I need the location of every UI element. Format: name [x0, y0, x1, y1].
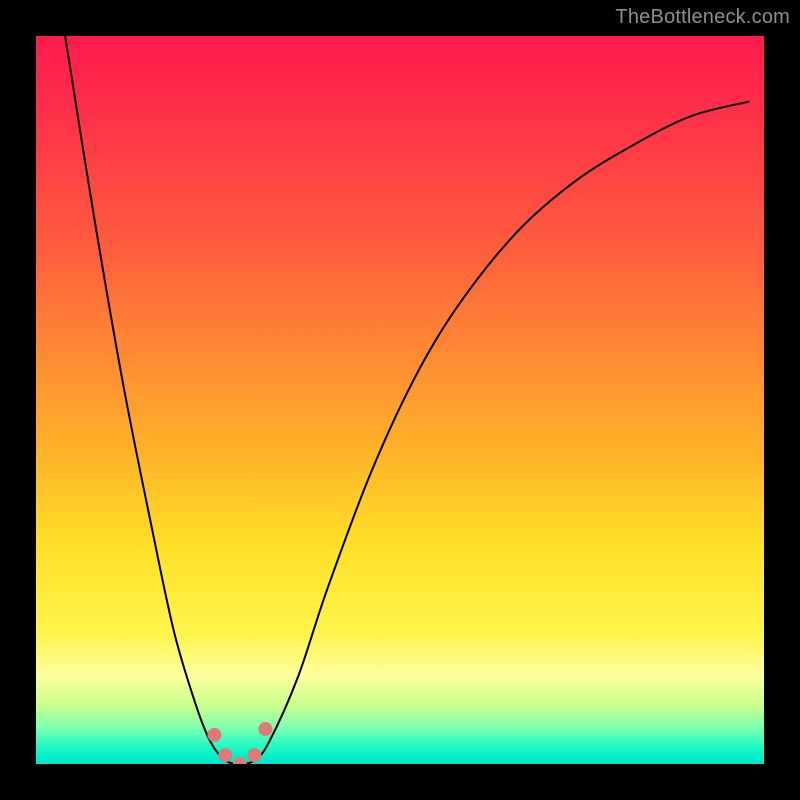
curve-markers [207, 722, 272, 764]
curve-marker [218, 748, 232, 762]
bottleneck-curve [65, 36, 749, 764]
curve-marker [207, 728, 221, 742]
curve-marker [258, 722, 272, 736]
plot-area [36, 36, 764, 764]
curve-marker [233, 757, 247, 764]
curve-marker [247, 748, 261, 762]
chart-svg [36, 36, 764, 764]
chart-frame: TheBottleneck.com [0, 0, 800, 800]
watermark-text: TheBottleneck.com [615, 6, 790, 29]
